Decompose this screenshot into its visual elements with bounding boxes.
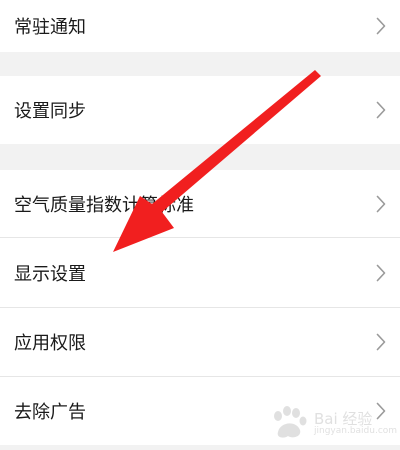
settings-item-label: 去除广告	[14, 402, 86, 423]
settings-item-display[interactable]: 显示设置	[0, 238, 400, 307]
settings-item-app-permissions[interactable]: 应用权限	[0, 308, 400, 376]
chevron-right-icon	[376, 195, 386, 213]
settings-item-label: 应用权限	[14, 333, 86, 354]
settings-item-label: 常驻通知	[14, 17, 86, 38]
chevron-right-icon	[376, 17, 386, 35]
settings-screen: 常驻通知 设置同步 空气质量指数计算标准 显示设置 应用权限 去除广告 Bai …	[0, 0, 400, 450]
settings-item-label: 显示设置	[14, 263, 86, 285]
settings-item-sync[interactable]: 设置同步	[0, 76, 400, 144]
settings-item-label: 空气质量指数计算标准	[14, 194, 194, 216]
settings-item-label: 设置同步	[14, 101, 86, 122]
watermark-subtext: jingyan.baidu.com	[314, 426, 398, 436]
baidu-paw-icon	[274, 406, 307, 438]
settings-item-persistent-notification[interactable]: 常驻通知	[0, 0, 400, 52]
chevron-right-icon	[376, 101, 386, 119]
settings-item-aqi-standard[interactable]: 空气质量指数计算标准	[0, 170, 400, 237]
chevron-right-icon	[376, 264, 386, 282]
baidu-watermark: Bai 经验 jingyan.baidu.com	[270, 406, 397, 440]
chevron-right-icon	[376, 333, 386, 351]
